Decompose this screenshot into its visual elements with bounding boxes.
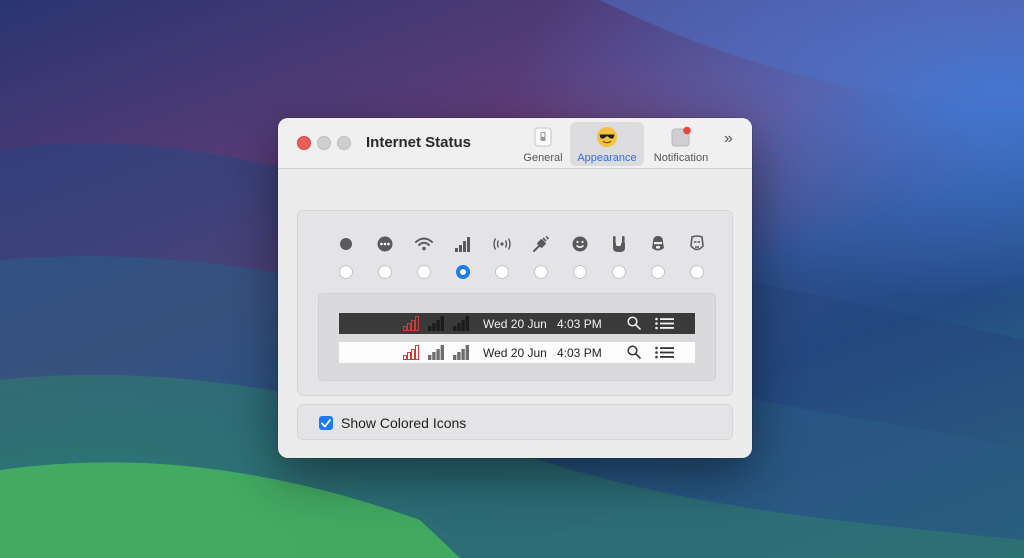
icon-option-rock-hand[interactable] — [599, 235, 638, 279]
signal-bars-gray-icon — [428, 345, 444, 360]
preview-light-date: Wed 20 Jun — [483, 346, 547, 360]
icon-option-plug[interactable] — [521, 235, 560, 279]
tab-general[interactable]: General — [516, 122, 570, 166]
search-icon — [627, 316, 641, 330]
minimize-button[interactable] — [317, 136, 331, 150]
preview-light-time: 4:03 PM — [557, 346, 602, 360]
ironman-icon — [689, 235, 704, 253]
radio-ironman[interactable] — [689, 265, 704, 279]
icon-option-dot[interactable] — [326, 235, 365, 279]
radio-smiley[interactable] — [572, 265, 587, 279]
radio-ellipsis[interactable] — [377, 265, 392, 279]
stormtrooper-icon — [650, 235, 666, 253]
sunglasses-emoji-icon — [596, 126, 618, 148]
tab-notification-label: Notification — [653, 152, 709, 164]
icon-option-smiley[interactable] — [560, 235, 599, 279]
tab-general-label: General — [523, 152, 563, 164]
preview-dark-time: 4:03 PM — [557, 317, 602, 331]
preview-dark-date: Wed 20 Jun — [483, 317, 547, 331]
signal-bars-icon — [454, 235, 471, 253]
rock-hand-icon — [611, 235, 627, 253]
search-icon — [627, 345, 641, 359]
smiley-icon — [572, 235, 588, 253]
tab-notification[interactable]: Notification — [646, 122, 716, 166]
zoom-button[interactable] — [337, 136, 351, 150]
tab-appearance[interactable]: Appearance — [570, 122, 644, 166]
preview-light-menubar: Wed 20 Jun 4:03 PM — [339, 342, 695, 363]
radio-antenna[interactable] — [494, 265, 509, 279]
preview-dark-menubar: Wed 20 Jun 4:03 PM — [339, 313, 695, 334]
radio-dot[interactable] — [338, 265, 353, 279]
radio-signal[interactable] — [455, 265, 470, 279]
icon-option-signal[interactable] — [443, 235, 482, 279]
radio-wifi[interactable] — [416, 265, 431, 279]
desktop-wallpaper: Internet Status General Appearance Notif… — [0, 0, 1024, 558]
window-title: Internet Status — [366, 134, 472, 151]
chevron-double-right-icon: » — [724, 130, 733, 147]
tab-appearance-label: Appearance — [577, 152, 637, 164]
ellipsis-circle-icon — [377, 235, 393, 253]
menubar-preview: Wed 20 Jun 4:03 PM Wed 20 Jun 4:03 PM — [318, 293, 716, 381]
dot-icon — [339, 235, 353, 253]
wifi-icon — [414, 235, 433, 253]
plug-icon — [532, 235, 549, 253]
icon-option-antenna[interactable] — [482, 235, 521, 279]
preferences-window: Internet Status General Appearance Notif… — [278, 118, 752, 458]
icon-style-options — [326, 235, 716, 279]
radio-rock-hand[interactable] — [611, 265, 626, 279]
antenna-icon — [492, 235, 512, 253]
switch-icon — [534, 126, 552, 148]
radio-stormtrooper[interactable] — [650, 265, 665, 279]
close-button[interactable] — [297, 136, 311, 150]
signal-bars-dark-icon-2 — [453, 316, 469, 331]
icon-option-wifi[interactable] — [404, 235, 443, 279]
show-colored-icons-label: Show Colored Icons — [341, 415, 467, 431]
checkmark-icon — [321, 418, 331, 427]
signal-red-outline-icon — [403, 316, 419, 331]
title-bar: Internet Status General Appearance Notif… — [278, 118, 752, 169]
radio-plug[interactable] — [533, 265, 548, 279]
show-colored-icons-checkbox[interactable] — [319, 416, 333, 430]
icon-option-ironman[interactable] — [677, 235, 716, 279]
list-menu-icon — [655, 346, 674, 359]
show-colored-icons-row: Show Colored Icons — [297, 404, 733, 440]
notification-badge-icon — [670, 126, 692, 148]
signal-bars-gray-icon-2 — [453, 345, 469, 360]
icon-style-panel: Wed 20 Jun 4:03 PM Wed 20 Jun 4:03 PM — [297, 210, 733, 396]
icon-option-stormtrooper[interactable] — [638, 235, 677, 279]
signal-red-outline-icon — [403, 345, 419, 360]
signal-bars-dark-icon — [428, 316, 444, 331]
icon-option-ellipsis[interactable] — [365, 235, 404, 279]
list-menu-icon — [655, 317, 674, 330]
toolbar-overflow-button[interactable]: » — [724, 130, 733, 148]
